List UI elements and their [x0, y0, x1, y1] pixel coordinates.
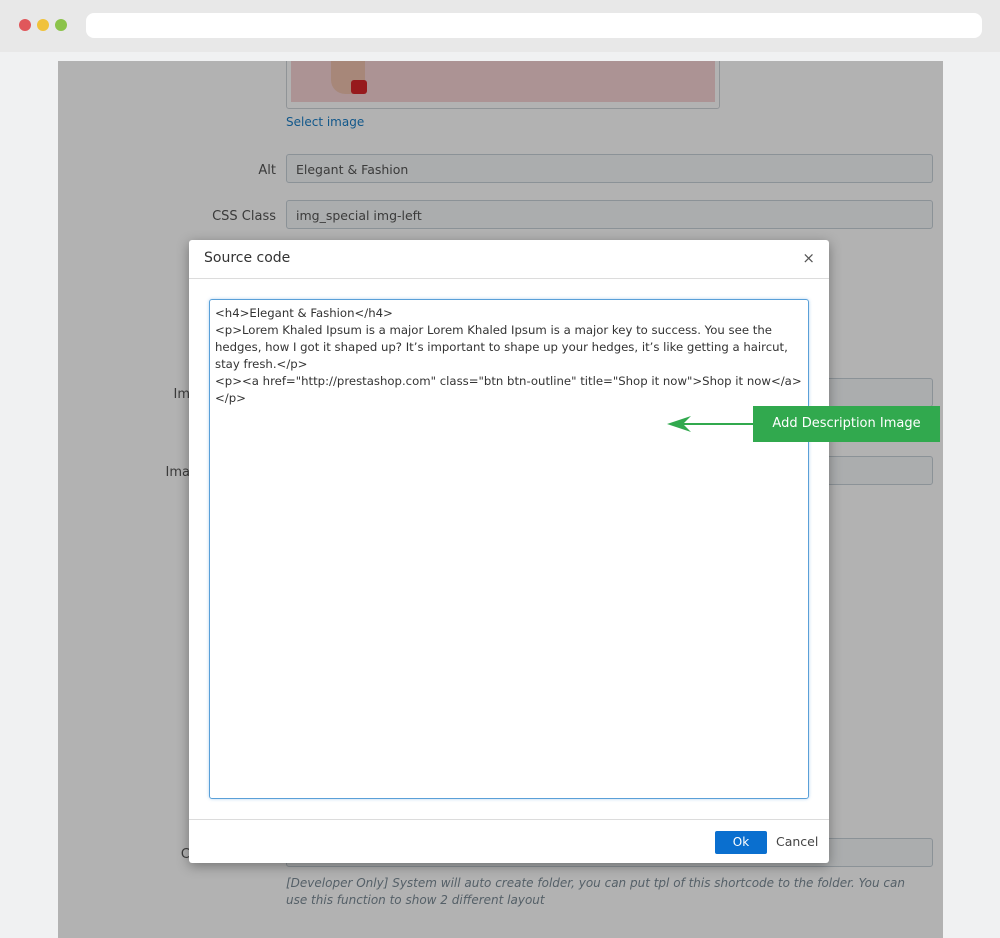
dialog-footer: Ok Cancel: [189, 819, 829, 864]
address-bar[interactable]: [86, 13, 982, 38]
window-minimize-dot[interactable]: [37, 19, 49, 31]
ok-button[interactable]: Ok: [715, 831, 767, 854]
window-maximize-dot[interactable]: [55, 19, 67, 31]
arrow-left-icon: [667, 416, 755, 432]
cancel-button[interactable]: Cancel: [776, 834, 818, 849]
browser-chrome: [0, 0, 1000, 52]
dialog-header: Source code ×: [189, 240, 829, 279]
close-icon[interactable]: ×: [802, 249, 815, 267]
window-close-dot[interactable]: [19, 19, 31, 31]
source-code-textarea[interactable]: <h4>Elegant & Fashion</h4> <p>Lorem Khal…: [209, 299, 809, 799]
source-code-dialog: Source code × <h4>Elegant & Fashion</h4>…: [189, 240, 829, 863]
annotation-callout: Add Description Image: [753, 406, 940, 442]
dialog-title: Source code: [204, 250, 291, 266]
